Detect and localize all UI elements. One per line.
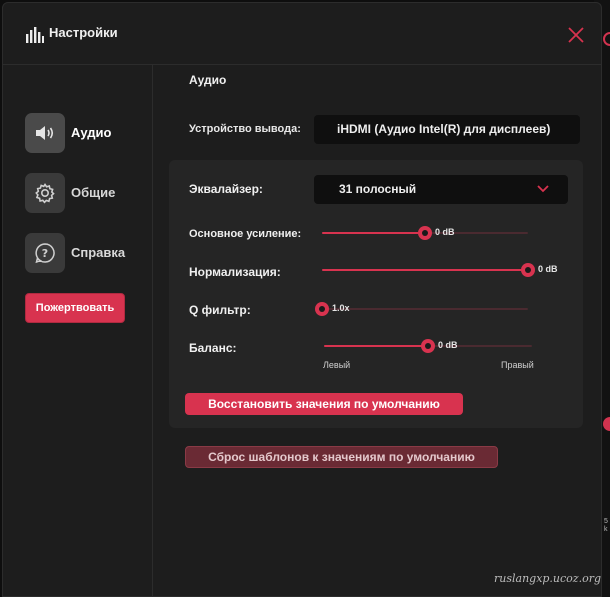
balance-value: 0 dB bbox=[438, 340, 458, 350]
balance-right-label: Правый bbox=[501, 360, 534, 370]
gain-slider[interactable]: 0 dB bbox=[322, 225, 528, 241]
gain-value: 0 dB bbox=[435, 227, 455, 237]
sidebar-item-label: Справка bbox=[71, 245, 126, 260]
slider-fill bbox=[324, 345, 428, 347]
slider-fill bbox=[322, 232, 425, 234]
slider-fill bbox=[322, 269, 528, 271]
svg-text:?: ? bbox=[42, 247, 48, 260]
sidebar-item-label: Общие bbox=[71, 185, 116, 200]
balance-left-label: Левый bbox=[323, 360, 351, 370]
slider-track bbox=[322, 308, 528, 310]
chevron-down-icon[interactable] bbox=[536, 183, 550, 195]
gear-icon bbox=[25, 173, 65, 213]
donate-button[interactable]: Пожертвовать bbox=[25, 293, 125, 323]
sidebar-item-label: Аудио bbox=[71, 125, 112, 140]
speaker-icon bbox=[25, 113, 65, 153]
balance-slider[interactable]: 0 dB bbox=[324, 338, 532, 354]
background-fragment-text: 5k bbox=[604, 518, 608, 533]
normalization-slider[interactable]: 0 dB bbox=[322, 262, 558, 278]
restore-defaults-button[interactable]: Восстановить значения по умолчанию bbox=[185, 393, 463, 415]
section-title: Аудио bbox=[189, 73, 227, 87]
equalizer-icon bbox=[26, 27, 44, 43]
output-device-label: Устройство вывода: bbox=[189, 123, 301, 135]
normalization-label: Нормализация: bbox=[189, 265, 281, 279]
reset-presets-button[interactable]: Сброс шаблонов к значениям по умолчанию bbox=[185, 446, 498, 468]
q-filter-value: 1.0x bbox=[332, 303, 350, 313]
balance-label: Баланс: bbox=[189, 341, 237, 355]
settings-window: Настройки Аудио Общие ? Справка Пожертво… bbox=[2, 2, 602, 597]
sidebar-item-general[interactable]: Общие bbox=[25, 173, 150, 213]
equalizer-label: Эквалайзер: bbox=[189, 182, 263, 196]
background-slider-thumb bbox=[603, 32, 610, 46]
close-icon[interactable] bbox=[566, 25, 586, 45]
q-filter-slider[interactable]: 1.0x bbox=[315, 301, 528, 317]
window-title: Настройки bbox=[49, 25, 118, 40]
normalization-value: 0 dB bbox=[538, 264, 558, 274]
background-slider-thumb bbox=[603, 417, 610, 431]
help-icon: ? bbox=[25, 233, 65, 273]
sidebar-item-help[interactable]: ? Справка bbox=[25, 233, 150, 273]
sidebar-item-audio[interactable]: Аудио bbox=[25, 113, 150, 153]
slider-thumb[interactable] bbox=[315, 302, 329, 316]
slider-thumb[interactable] bbox=[521, 263, 535, 277]
q-filter-label: Q фильтр: bbox=[189, 303, 251, 317]
slider-thumb[interactable] bbox=[421, 339, 435, 353]
equalizer-select[interactable]: 31 полосный bbox=[314, 175, 568, 204]
sidebar: Аудио Общие ? Справка Пожертвовать bbox=[3, 65, 153, 596]
watermark: ruslangxp.ucoz.org bbox=[494, 572, 602, 585]
slider-thumb[interactable] bbox=[418, 226, 432, 240]
output-device-field[interactable]: iHDMI (Аудио Intel(R) для дисплеев) bbox=[314, 115, 580, 144]
gain-label: Основное усиление: bbox=[189, 228, 302, 240]
title-bar: Настройки bbox=[3, 3, 601, 65]
